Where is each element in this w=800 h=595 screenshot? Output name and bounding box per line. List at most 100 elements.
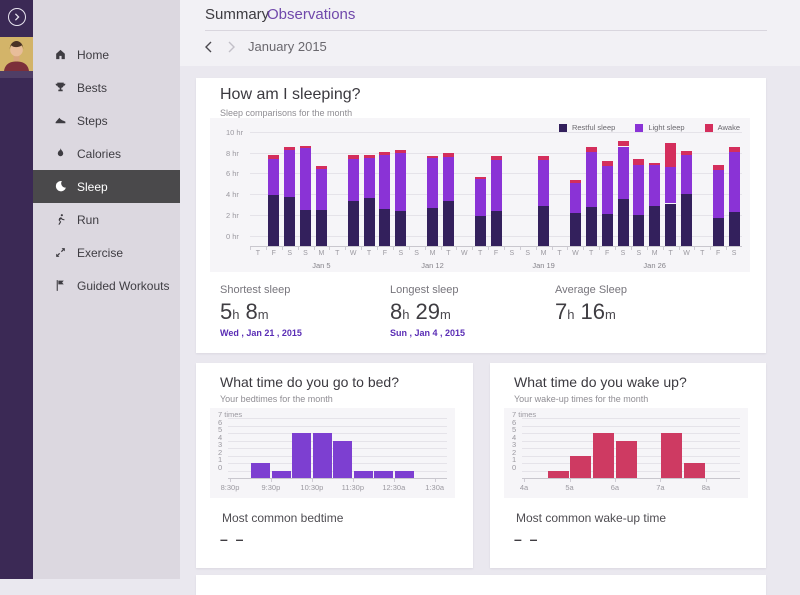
day-letter-label: M bbox=[430, 250, 436, 257]
x-axis-tick bbox=[394, 479, 395, 482]
awake-bar-segment bbox=[316, 166, 327, 169]
awake-bar-segment bbox=[284, 147, 295, 150]
sidebar-item-steps[interactable]: Steps bbox=[33, 104, 180, 137]
shoe-icon bbox=[54, 114, 67, 127]
gridline bbox=[228, 433, 447, 434]
light-sleep-bar-segment bbox=[602, 166, 613, 214]
sidebar-item-label: Guided Workouts bbox=[77, 279, 170, 293]
light-sleep-bar-segment bbox=[649, 165, 660, 205]
sidebar-item-exercise[interactable]: Exercise bbox=[33, 236, 180, 269]
stat-minute-unit: m bbox=[605, 307, 616, 322]
shortest-sleep-stat: Shortest sleep 5h8m Wed , Jan 21 , 2015 bbox=[220, 284, 302, 338]
sidebar-item-sleep[interactable]: Sleep bbox=[33, 170, 180, 203]
awake-bar-segment bbox=[618, 141, 629, 147]
time-axis-label: 6a bbox=[611, 483, 619, 492]
light-sleep-bar-segment bbox=[427, 158, 438, 208]
expand-sidebar-button[interactable] bbox=[8, 8, 26, 26]
restful-sleep-swatch bbox=[559, 124, 567, 132]
previous-month-button[interactable] bbox=[201, 40, 215, 54]
stat-minute-unit: m bbox=[258, 307, 269, 322]
stat-minutes: 29 bbox=[415, 299, 439, 324]
time-axis-label: 9:30p bbox=[262, 483, 281, 492]
light-sleep-bar-segment bbox=[284, 150, 295, 198]
x-axis-line bbox=[522, 478, 740, 479]
tab-summary[interactable]: Summary bbox=[205, 6, 269, 23]
light-sleep-bar-segment bbox=[395, 153, 406, 211]
week-start-label: Jan 5 bbox=[312, 261, 330, 270]
stat-date-link[interactable]: Sun , Jan 4 , 2015 bbox=[390, 328, 465, 338]
wake-up-bar bbox=[684, 463, 705, 478]
x-axis-tick bbox=[250, 247, 251, 250]
awake-bar-segment bbox=[570, 180, 581, 183]
x-axis-tick bbox=[694, 247, 695, 250]
x-axis-tick bbox=[524, 479, 525, 482]
stat-date-link[interactable]: Wed , Jan 21 , 2015 bbox=[220, 328, 302, 338]
arrows-icon bbox=[54, 246, 67, 259]
next-month-button[interactable] bbox=[224, 40, 238, 54]
week-start-label: Jan 12 bbox=[421, 261, 444, 270]
avatar[interactable] bbox=[0, 37, 33, 71]
restful-sleep-bar-segment bbox=[284, 197, 295, 246]
day-letter-label: S bbox=[287, 250, 292, 257]
sidebar-item-run[interactable]: Run bbox=[33, 203, 180, 236]
sidebar-nav-list: HomeBestsStepsCaloriesSleepRunExercise Gu… bbox=[33, 38, 180, 302]
x-axis-tick bbox=[726, 247, 727, 250]
x-axis-tick bbox=[456, 247, 457, 250]
next-section-panel bbox=[196, 575, 766, 595]
stat-hours: 8 bbox=[390, 299, 402, 324]
time-axis-label: 4a bbox=[520, 483, 528, 492]
bedtime-panel: What time do you go to bed? Your bedtime… bbox=[196, 363, 473, 568]
longest-sleep-stat: Longest sleep 8h29m Sun , Jan 4 , 2015 bbox=[390, 284, 465, 338]
most-common-bedtime-label: Most common bedtime bbox=[222, 511, 343, 525]
light-sleep-bar-segment bbox=[586, 152, 597, 207]
x-axis-tick bbox=[570, 479, 571, 482]
legend-restful-sleep: Restful sleep bbox=[559, 123, 615, 132]
day-letter-label: S bbox=[414, 250, 419, 257]
x-axis-tick bbox=[631, 247, 632, 250]
time-axis-label: 7a bbox=[656, 483, 664, 492]
stat-hours: 5 bbox=[220, 299, 232, 324]
legend-awake: Awake bbox=[705, 123, 740, 132]
chevron-right-icon bbox=[227, 41, 236, 53]
day-letter-label: F bbox=[494, 250, 498, 257]
x-axis-tick bbox=[282, 247, 283, 250]
tab-observations[interactable]: Observations bbox=[267, 6, 355, 23]
light-sleep-bar-segment bbox=[364, 158, 375, 198]
gridline bbox=[228, 426, 447, 427]
sidebar-item-guided-workouts[interactable]: Guided Workouts bbox=[33, 269, 180, 302]
stat-hours: 7 bbox=[555, 299, 567, 324]
legend-label: Light sleep bbox=[648, 123, 684, 132]
light-sleep-bar-segment bbox=[633, 165, 644, 215]
time-axis-label: 8:30p bbox=[221, 483, 240, 492]
sleep-chart: Restful sleep Light sleep Awake 0 hr2 hr… bbox=[210, 118, 750, 272]
awake-bar-segment bbox=[395, 150, 406, 153]
restful-sleep-bar-segment bbox=[379, 209, 390, 246]
x-axis-tick bbox=[393, 247, 394, 250]
day-letter-label: T bbox=[668, 250, 672, 257]
bedtime-panel-title: What time do you go to bed? bbox=[220, 374, 399, 390]
stat-value: 8h29m bbox=[390, 299, 465, 325]
light-sleep-bar-segment bbox=[538, 160, 549, 206]
x-axis-tick bbox=[615, 247, 616, 250]
light-sleep-bar-segment bbox=[475, 179, 486, 216]
sidebar-item-calories[interactable]: Calories bbox=[33, 137, 180, 170]
sleep-panel-title: How am I sleeping? bbox=[220, 86, 361, 104]
day-letter-label: T bbox=[557, 250, 561, 257]
awake-bar-segment bbox=[649, 163, 660, 165]
restful-sleep-bar-segment bbox=[602, 214, 613, 246]
bedtime-bar bbox=[354, 471, 373, 479]
wake-panel-subtitle: Your wake-up times for the month bbox=[514, 394, 648, 404]
light-sleep-bar-segment bbox=[268, 159, 279, 195]
y-axis-tick-label: 10 hr bbox=[226, 128, 243, 137]
day-letter-label: W bbox=[350, 250, 357, 257]
x-axis-line bbox=[228, 478, 447, 479]
day-letter-label: S bbox=[303, 250, 308, 257]
x-axis-tick bbox=[441, 247, 442, 250]
sidebar-item-bests[interactable]: Bests bbox=[33, 71, 180, 104]
sidebar-item-home[interactable]: Home bbox=[33, 38, 180, 71]
day-letter-label: T bbox=[335, 250, 339, 257]
awake-bar-segment bbox=[379, 152, 390, 155]
day-letter-label: S bbox=[510, 250, 515, 257]
left-rail bbox=[0, 0, 33, 579]
light-sleep-bar-segment bbox=[713, 170, 724, 218]
